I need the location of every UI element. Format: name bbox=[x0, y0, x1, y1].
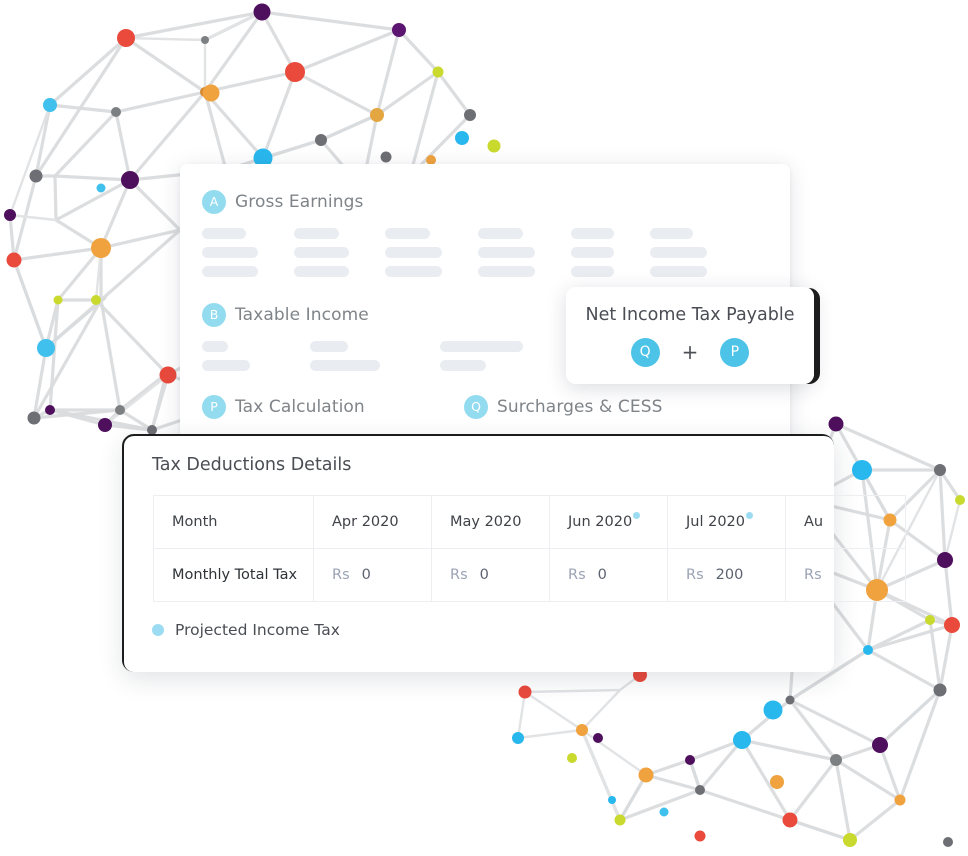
skeleton-column bbox=[294, 228, 349, 277]
deductions-title: Tax Deductions Details bbox=[152, 455, 352, 475]
skeleton-column bbox=[440, 341, 523, 371]
skeleton-column bbox=[650, 228, 707, 277]
skeleton-bar bbox=[478, 266, 535, 277]
cell-may-2020: Rs 0 bbox=[431, 548, 550, 602]
row-label-monthly-total-tax: Monthly Total Tax bbox=[153, 548, 314, 602]
skeleton-bar bbox=[650, 228, 693, 239]
skeleton-bar bbox=[310, 341, 348, 352]
net-tax-formula: Q + P bbox=[630, 337, 750, 367]
skeleton-bar bbox=[202, 247, 258, 258]
legend-projected-income-tax: Projected Income Tax bbox=[152, 621, 340, 639]
skeleton-bar bbox=[440, 341, 523, 352]
skeleton-bar bbox=[478, 247, 535, 258]
skeleton-bar bbox=[385, 228, 430, 239]
column-header-apr-2020: Apr 2020 bbox=[313, 495, 432, 549]
skeleton-column bbox=[385, 228, 442, 277]
legend-label: Projected Income Tax bbox=[175, 621, 340, 639]
net-tax-card-title: Net Income Tax Payable bbox=[585, 304, 795, 325]
screenshot-stage: .edge { stroke:#d9dbdd; stroke-width:3.2… bbox=[0, 0, 968, 856]
skeleton-column bbox=[202, 228, 258, 277]
skeleton-bar bbox=[294, 266, 349, 277]
legend-dot-icon bbox=[152, 624, 164, 636]
net-income-tax-payable-card[interactable]: Net Income Tax Payable Q + P bbox=[566, 287, 814, 384]
cell-jul-2020: Rs 200 bbox=[667, 548, 786, 602]
column-header-jul-2020: Jul 2020 bbox=[667, 495, 786, 549]
skeleton-column bbox=[310, 341, 380, 371]
skeleton-column bbox=[478, 228, 535, 277]
header-label: Jul 2020 bbox=[686, 514, 746, 531]
column-header-aug-2020: Au bbox=[785, 495, 906, 549]
skeleton-bar bbox=[571, 266, 614, 277]
header-label: May 2020 bbox=[450, 514, 522, 530]
tax-deductions-table: Month Apr 2020 May 2020 Jun 2020 Jul 202… bbox=[153, 495, 906, 602]
formula-chip-q[interactable]: Q bbox=[630, 337, 660, 367]
section-badge-q: Q bbox=[464, 395, 488, 419]
cell-amount: 0 bbox=[479, 567, 489, 583]
column-header-month: Month bbox=[153, 495, 314, 549]
section-badge-b: B bbox=[202, 303, 226, 327]
skeleton-bar bbox=[202, 228, 246, 239]
skeleton-bar bbox=[202, 341, 228, 352]
taxable-income-skeleton bbox=[202, 341, 523, 371]
skeleton-bar bbox=[571, 228, 614, 239]
table-row: Monthly Total Tax Rs 0 Rs 0 Rs 0 Rs 200 Rs bbox=[153, 548, 906, 602]
tax-deductions-details-card: Tax Deductions Details Month Apr 2020 Ma… bbox=[124, 436, 906, 672]
currency-label: Rs bbox=[332, 567, 350, 583]
skeleton-bar bbox=[385, 247, 442, 258]
plus-icon: + bbox=[681, 340, 699, 364]
column-header-jun-2020: Jun 2020 bbox=[549, 495, 668, 549]
section-title-gross-earnings: Gross Earnings bbox=[235, 192, 364, 212]
skeleton-bar bbox=[440, 360, 486, 371]
skeleton-column bbox=[571, 228, 614, 277]
gross-earnings-skeleton bbox=[202, 228, 707, 277]
section-title-tax-calculation: Tax Calculation bbox=[235, 397, 365, 417]
skeleton-bar bbox=[385, 266, 442, 277]
projected-dot-icon bbox=[746, 511, 754, 519]
column-header-may-2020: May 2020 bbox=[431, 495, 550, 549]
cell-jun-2020: Rs 0 bbox=[549, 548, 668, 602]
skeleton-bar bbox=[650, 247, 707, 258]
formula-chip-p[interactable]: P bbox=[720, 337, 750, 367]
section-title-taxable-income: Taxable Income bbox=[235, 305, 369, 325]
skeleton-bar bbox=[202, 360, 250, 371]
header-label: Au bbox=[804, 514, 824, 530]
currency-label: Rs bbox=[804, 567, 822, 583]
header-label: Apr 2020 bbox=[332, 514, 399, 530]
header-label: Month bbox=[172, 514, 218, 530]
skeleton-bar bbox=[202, 266, 258, 277]
cell-amount: 0 bbox=[361, 567, 371, 583]
section-tax-calculation[interactable]: P Tax Calculation bbox=[202, 395, 365, 419]
skeleton-bar bbox=[478, 228, 523, 239]
skeleton-bar bbox=[310, 360, 380, 371]
header-label: Jun 2020 bbox=[568, 514, 633, 531]
currency-label: Rs bbox=[568, 567, 586, 583]
skeleton-bar bbox=[294, 247, 349, 258]
table-header-row: Month Apr 2020 May 2020 Jun 2020 Jul 202… bbox=[153, 495, 906, 549]
currency-label: Rs bbox=[686, 567, 704, 583]
section-taxable-income[interactable]: B Taxable Income bbox=[202, 303, 369, 327]
projected-dot-icon bbox=[633, 511, 641, 519]
cell-apr-2020: Rs 0 bbox=[313, 548, 432, 602]
skeleton-bar bbox=[650, 266, 707, 277]
skeleton-column bbox=[202, 341, 250, 371]
cell-amount: 0 bbox=[597, 567, 607, 583]
section-surcharges-cess[interactable]: Q Surcharges & CESS bbox=[464, 395, 662, 419]
section-title-surcharges-cess: Surcharges & CESS bbox=[497, 397, 663, 417]
cell-aug-2020: Rs bbox=[785, 548, 906, 602]
cell-amount: 200 bbox=[715, 567, 744, 583]
section-badge-p: P bbox=[202, 395, 226, 419]
section-badge-a: A bbox=[202, 190, 226, 214]
currency-label: Rs bbox=[450, 567, 468, 583]
skeleton-bar bbox=[294, 228, 339, 239]
section-gross-earnings[interactable]: A Gross Earnings bbox=[202, 190, 363, 214]
skeleton-bar bbox=[571, 247, 614, 258]
